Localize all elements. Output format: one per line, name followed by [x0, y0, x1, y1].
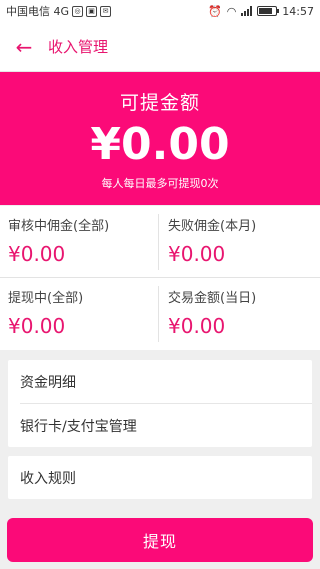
- stat-failed-commission: 失败佣金(本月) ¥0.00: [158, 206, 318, 278]
- stat-pending-commission: 审核中佣金(全部) ¥0.00: [0, 206, 160, 278]
- back-arrow-icon[interactable]: ←: [0, 22, 48, 72]
- stat-value: ¥0.00: [168, 242, 226, 266]
- withdrawable-amount: ¥0.00: [90, 119, 230, 170]
- menu-item-income-rules[interactable]: 收入规则: [8, 456, 312, 499]
- stat-label: 交易金额(当日): [168, 291, 257, 306]
- stat-value: ¥0.00: [168, 314, 226, 338]
- divider: [158, 286, 159, 342]
- message-notification-icon: ✉: [100, 5, 112, 17]
- stat-value: ¥0.00: [8, 314, 66, 338]
- app-bar: ← 收入管理: [0, 22, 320, 72]
- wifi-icon: ◠: [226, 4, 237, 18]
- divider: [158, 214, 159, 270]
- withdrawable-panel: 可提金额 ¥0.00 每人每日最多可提现0次: [0, 72, 320, 205]
- withdraw-limit-note: 每人每日最多可提现0次: [101, 177, 219, 190]
- stat-transaction-amount: 交易金额(当日) ¥0.00: [158, 278, 318, 350]
- menu-group-funds: 资金明细 银行卡/支付宝管理: [8, 360, 312, 447]
- menu-item-fund-details[interactable]: 资金明细: [8, 360, 312, 403]
- withdrawable-label: 可提金额: [119, 92, 200, 114]
- battery-icon: [257, 6, 280, 16]
- carrier-label: 中国电信 4G: [6, 5, 70, 18]
- stat-value: ¥0.00: [8, 242, 66, 266]
- page-title: 收入管理: [48, 38, 109, 56]
- withdraw-button[interactable]: 提现: [7, 518, 313, 562]
- stat-label: 提现中(全部): [8, 291, 84, 306]
- divider: [0, 277, 320, 278]
- status-bar: 中国电信 4G ◎ ▣ ✉ ⏰ ◠ 14:57: [0, 0, 320, 22]
- menu-item-bank-card-management[interactable]: 银行卡/支付宝管理: [8, 404, 312, 447]
- stat-withdrawing: 提现中(全部) ¥0.00: [0, 278, 160, 350]
- stat-label: 失败佣金(本月): [168, 219, 257, 234]
- stats-grid: 审核中佣金(全部) ¥0.00 失败佣金(本月) ¥0.00 提现中(全部) ¥…: [0, 206, 320, 350]
- stat-label: 审核中佣金(全部): [8, 219, 110, 234]
- notification-icon: ◎: [72, 5, 84, 17]
- signal-icon: [241, 6, 253, 16]
- image-notification-icon: ▣: [86, 5, 98, 17]
- alarm-icon: ⏰: [207, 4, 222, 18]
- clock-label: 14:57: [282, 4, 314, 18]
- menu-group-rules: 收入规则: [8, 456, 312, 499]
